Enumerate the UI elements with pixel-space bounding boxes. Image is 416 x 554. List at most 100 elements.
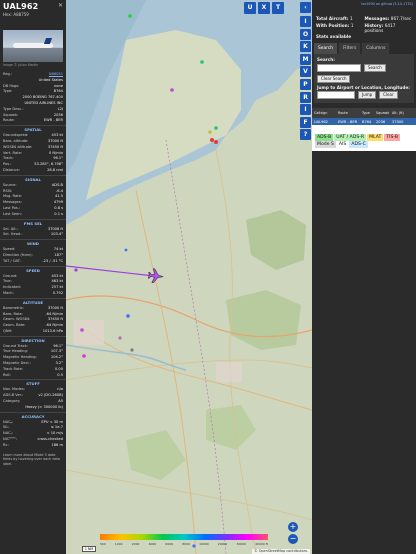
detail-value: 186 m xyxy=(51,442,63,447)
detail-key: TAT / OAT: xyxy=(3,258,21,263)
stat-value: 1 xyxy=(350,23,354,28)
detail-row: Sel. Head.: 103.4° xyxy=(3,232,63,238)
search-input[interactable] xyxy=(317,64,361,72)
tab-columns[interactable]: Columns xyxy=(362,43,390,54)
altitude-label: 6000 xyxy=(165,542,174,546)
detail-value: 0.792 xyxy=(52,290,63,295)
legend-adsb: ADS-B xyxy=(315,134,334,141)
jump-button[interactable]: Jump xyxy=(358,91,377,99)
map-button-x[interactable]: X xyxy=(258,2,270,14)
detail-row: Heavy (> 300000 lb) xyxy=(3,405,63,411)
map-toolbar: ‹ I O K M V P R I F? xyxy=(300,0,312,554)
detail-key: Roll: xyxy=(3,372,11,377)
map-canvas[interactable] xyxy=(66,0,312,554)
forest-area xyxy=(246,210,306,270)
map-button-t[interactable]: T xyxy=(272,2,284,14)
detail-row: Route: EWR - BER xyxy=(3,118,63,124)
legend-tis: TIS-B xyxy=(384,134,401,141)
section-rows: Sel. Alt.: 37008 ft Sel. Head.: 103.4° xyxy=(0,227,66,239)
section-rows: Groundspeed: 453 kt Baro. altitude: 37000 f… xyxy=(0,133,66,174)
close-icon[interactable]: ✕ xyxy=(58,2,63,9)
detail-row: Distance: 28.8 nmi xyxy=(3,168,63,174)
column-header[interactable]: Route xyxy=(336,111,360,115)
map-view[interactable]: U X T + − 500 1000 2000 4000 6000 8000 10000 20… xyxy=(66,0,312,554)
stat-label: Messages: xyxy=(364,16,390,21)
detail-key: Reg.: xyxy=(3,72,13,76)
toolbar-help-button[interactable]: ? xyxy=(300,129,311,141)
toolbar-button-i2[interactable]: I xyxy=(300,104,311,116)
clear-button[interactable]: Clear xyxy=(379,91,398,99)
callsign-title[interactable]: UAL962 xyxy=(3,2,63,11)
toolbar-button-i[interactable]: I xyxy=(300,16,311,27)
table-cell: 2036 xyxy=(376,119,386,124)
column-header[interactable]: Type xyxy=(360,111,374,115)
aircraft-info-panel: UAL962 Hex: A88759 ✕ Image © Julian Mart… xyxy=(0,0,66,554)
section-rows: Ground: 453 kt True: 463 kt Indicated: 257 kt… xyxy=(0,274,66,297)
stat-item: Messages: 867.7/sec xyxy=(365,16,414,21)
section-title: DIRECTION xyxy=(0,335,66,344)
aircraft-marker xyxy=(118,336,122,340)
altitude-label: 40000 ft xyxy=(255,542,268,546)
stat-item: With Position: 1 xyxy=(316,23,365,33)
detail-sections: SPATIAL Groundspeed: 453 kt Baro. altitude:… xyxy=(0,125,66,448)
table-header: Callsign Route Type Squawk Alt. (ft) xyxy=(312,108,416,118)
table-row[interactable]: UAL962 EWR - BER B764 2036 37000 xyxy=(312,118,416,125)
detail-value: 28.8 nmi xyxy=(47,167,63,172)
road xyxy=(66,359,312,381)
section-title: STUFF xyxy=(0,379,66,387)
stats-available-link[interactable]: Stats available xyxy=(312,33,416,40)
road xyxy=(215,149,257,554)
toolbar-button-p[interactable]: P xyxy=(300,79,311,90)
toolbar-button-k[interactable]: K xyxy=(300,41,311,53)
detail-value: 1013.6 hPa xyxy=(42,328,63,333)
section-title: SPEED xyxy=(0,265,66,274)
section-title: ALTITUDE xyxy=(0,297,66,306)
detail-row: Roll: 0.5 xyxy=(3,373,63,379)
legend-adsc: ADS-C xyxy=(349,141,368,148)
map-button-u[interactable]: U xyxy=(244,2,256,14)
aircraft-marker xyxy=(210,138,214,142)
clear-search-button[interactable]: Clear Search xyxy=(317,75,351,83)
detail-key: Distance: xyxy=(3,167,20,172)
zoom-in-button[interactable]: + xyxy=(288,522,298,532)
detail-key: QNH: xyxy=(3,328,13,333)
aircraft-marker xyxy=(126,314,130,318)
altitude-label: 1000 xyxy=(114,542,123,546)
border-line xyxy=(165,139,227,554)
source-legend: ADS-B UAT / ADS-R MLAT TIS-B Mode S AIS ADS-C xyxy=(312,131,416,151)
column-header[interactable]: Callsign xyxy=(312,111,336,115)
detail-row: Rc: 186 m xyxy=(3,443,63,449)
search-button[interactable]: Search xyxy=(364,64,386,72)
tab-search[interactable]: Search xyxy=(314,43,338,54)
column-header[interactable]: Squawk xyxy=(374,111,390,115)
detail-key: Sel. Head.: xyxy=(3,232,23,237)
forest-area xyxy=(226,290,301,350)
detail-value: EWR - BER xyxy=(43,118,63,123)
toolbar-button-o[interactable]: O xyxy=(300,28,311,40)
detail-value: 103.4° xyxy=(50,232,63,237)
search-label: Search: xyxy=(317,57,335,62)
section-rows: NACₚ: EPU < 30 m SIL: ≤ 1e-7 NACᵥ: < 10 m/s NI… xyxy=(0,420,66,449)
toolbar-collapse-button[interactable]: ‹ xyxy=(300,2,311,13)
town-area xyxy=(216,362,242,382)
column-header[interactable]: Alt. (ft) xyxy=(390,111,404,115)
toolbar-button-v[interactable]: V xyxy=(300,66,311,78)
aircraft-header: UAL962 Hex: A88759 ✕ xyxy=(0,0,66,18)
legend-ais: AIS xyxy=(336,141,349,148)
detail-row: Mach: 0.792 xyxy=(3,291,63,297)
toolbar-button-r[interactable]: R xyxy=(300,91,311,103)
detail-key: Rc: xyxy=(3,442,9,447)
aircraft-photo[interactable] xyxy=(3,30,63,62)
aircraft-marker xyxy=(128,14,132,18)
altitude-label: 500 xyxy=(100,542,106,546)
table-cell: EWR - BER xyxy=(338,119,358,124)
section-title: SPATIAL xyxy=(0,125,66,133)
detail-row: Last Seen: 0.1 s xyxy=(3,212,63,218)
aircraft-marker xyxy=(74,268,78,272)
altitude-label: 4000 xyxy=(148,542,157,546)
jump-input[interactable] xyxy=(317,91,355,99)
toolbar-button-m[interactable]: M xyxy=(300,53,311,65)
tab-filters[interactable]: Filters xyxy=(339,43,361,54)
zoom-out-button[interactable]: − xyxy=(288,534,298,544)
toolbar-button-f[interactable]: F xyxy=(300,116,311,128)
